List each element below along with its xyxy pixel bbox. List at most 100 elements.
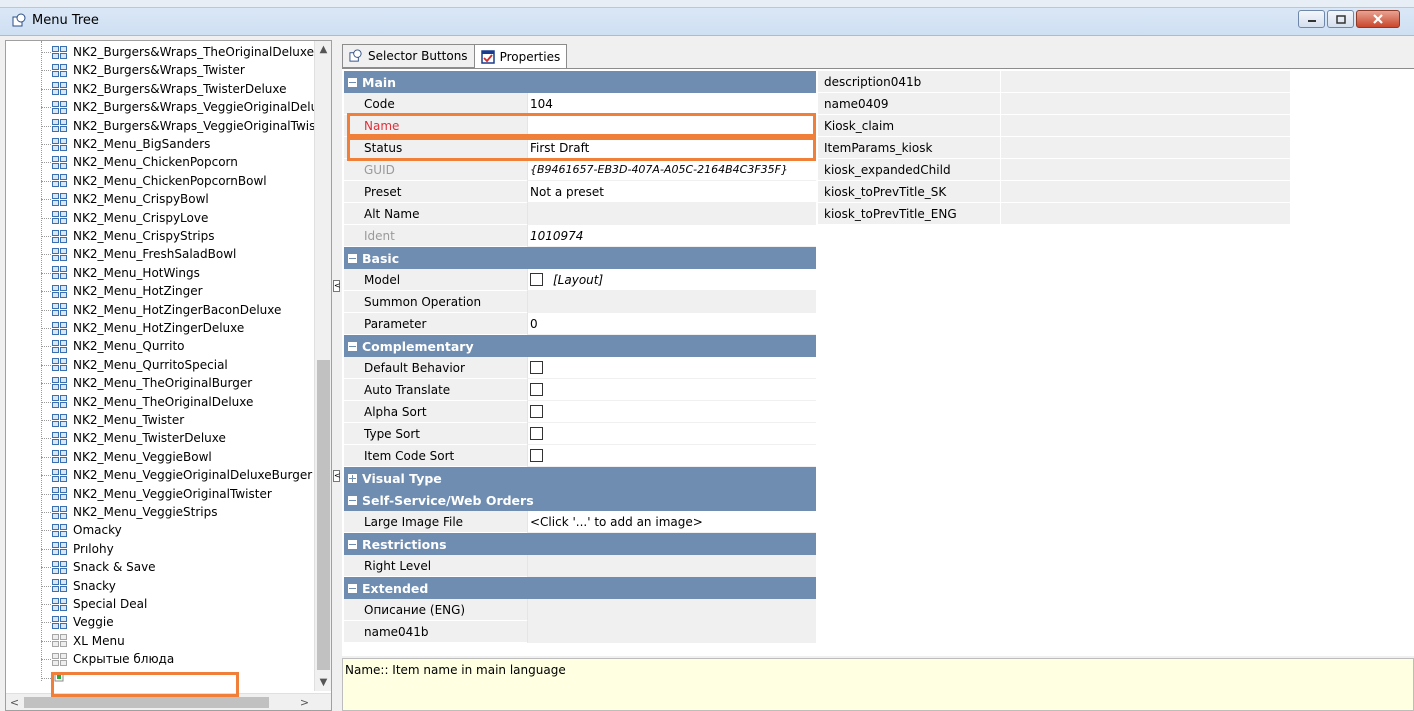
tree-item[interactable]: NK2_Menu_ChickenPopcornBowl bbox=[41, 172, 267, 190]
collapse-left-icon[interactable]: < bbox=[333, 280, 341, 292]
alt-name-value-field[interactable] bbox=[527, 203, 816, 225]
tree-item[interactable]: Omacky bbox=[41, 521, 122, 539]
name041b-value-field[interactable] bbox=[527, 621, 816, 643]
collapse-left-icon-2[interactable]: < bbox=[333, 470, 341, 482]
tree-item[interactable]: NK2_Menu_Twister bbox=[41, 411, 184, 429]
tree-item[interactable]: NK2_Menu_HotWings bbox=[41, 264, 200, 282]
tree-item[interactable]: Special Deal bbox=[41, 595, 147, 613]
summon-value-field[interactable] bbox=[527, 291, 816, 313]
tab-properties[interactable]: Properties bbox=[473, 44, 568, 69]
tree-item[interactable]: NK2_Menu_Qurrito bbox=[41, 337, 185, 355]
property-row-default-behavior[interactable]: Default Behavior bbox=[344, 357, 816, 379]
property-row-right-level[interactable]: Right Level bbox=[344, 555, 816, 577]
property-row-type-sort[interactable]: Type Sort bbox=[344, 423, 816, 445]
tree-item[interactable]: NK2_Menu_TwisterDeluxe bbox=[41, 429, 226, 447]
extended-property-value[interactable] bbox=[1000, 159, 1290, 181]
category-self-service[interactable]: Self-Service/Web Orders bbox=[344, 489, 816, 511]
tree-item[interactable]: NK2_Menu_VeggieOriginalDeluxeBurger bbox=[41, 466, 312, 484]
maximize-button[interactable] bbox=[1327, 10, 1354, 28]
tree-item[interactable]: NK2_Menu_TheOriginalDeluxe bbox=[41, 393, 253, 411]
extended-property-value[interactable] bbox=[1000, 71, 1290, 93]
tree-item[interactable]: NK2_Menu_CrispyLove bbox=[41, 209, 208, 227]
property-row-preset[interactable]: Preset Not a preset bbox=[344, 181, 816, 203]
tree-item[interactable]: XL Menu bbox=[41, 632, 125, 650]
model-value[interactable]: [Layout] bbox=[527, 269, 816, 291]
category-basic[interactable]: Basic bbox=[344, 247, 816, 269]
default-behavior-value[interactable] bbox=[527, 357, 816, 379]
property-row-auto-translate[interactable]: Auto Translate bbox=[344, 379, 816, 401]
property-row-alpha-sort[interactable]: Alpha Sort bbox=[344, 401, 816, 423]
extended-property-value[interactable] bbox=[1000, 115, 1290, 137]
collapse-icon[interactable] bbox=[348, 253, 357, 263]
tree-item[interactable]: NK2_Menu_VeggieBowl bbox=[41, 448, 212, 466]
property-row-name041b[interactable]: name041b bbox=[344, 621, 816, 643]
scroll-down-icon[interactable]: ▼ bbox=[315, 674, 331, 691]
collapse-icon[interactable] bbox=[348, 539, 357, 549]
category-complementary[interactable]: Complementary bbox=[344, 335, 816, 357]
tree-item[interactable]: NK2_Menu_HotZingerBaconDeluxe bbox=[41, 301, 281, 319]
default-behavior-checkbox[interactable] bbox=[530, 361, 543, 374]
extended-property-row[interactable]: kiosk_toPrevTitle_ENG bbox=[818, 203, 1290, 225]
property-row-parameter[interactable]: Parameter 0 bbox=[344, 313, 816, 335]
extended-property-value[interactable] bbox=[1000, 93, 1290, 115]
extended-property-row[interactable]: Kiosk_claim bbox=[818, 115, 1290, 137]
right-level-value-field[interactable] bbox=[527, 555, 816, 577]
category-extended[interactable]: Extended bbox=[344, 577, 816, 599]
property-row-alt-name[interactable]: Alt Name bbox=[344, 203, 816, 225]
minimize-button[interactable] bbox=[1298, 10, 1325, 28]
tree-item[interactable]: Prılohy bbox=[41, 540, 114, 558]
scroll-left-icon[interactable]: < bbox=[6, 694, 23, 710]
property-row-item-code-sort[interactable]: Item Code Sort bbox=[344, 445, 816, 467]
category-visual-type[interactable]: Visual Type bbox=[344, 467, 816, 489]
property-row-code[interactable]: Code 104 bbox=[344, 93, 816, 115]
tree-item[interactable]: NK2_Menu_VeggieOriginalTwister bbox=[41, 485, 272, 503]
model-checkbox[interactable] bbox=[530, 273, 543, 286]
extended-property-row[interactable]: description041b bbox=[818, 71, 1290, 93]
extended-property-row[interactable]: ItemParams_kiosk bbox=[818, 137, 1290, 159]
menu-tree-panel[interactable]: NK2_Burgers&Wraps_TheOriginalDeluxe NK2_B… bbox=[5, 40, 332, 711]
tree-item[interactable]: NK2_Menu_BigSanders bbox=[41, 135, 210, 153]
tree-item[interactable]: Snacky bbox=[41, 577, 116, 595]
extended-property-row[interactable]: kiosk_expandedChild bbox=[818, 159, 1290, 181]
extended-property-row[interactable]: kiosk_toPrevTitle_SK bbox=[818, 181, 1290, 203]
close-button[interactable] bbox=[1356, 10, 1400, 28]
collapse-icon[interactable] bbox=[348, 77, 357, 87]
type-sort-value[interactable] bbox=[527, 423, 816, 445]
item-code-sort-value[interactable] bbox=[527, 445, 816, 467]
auto-translate-value[interactable] bbox=[527, 379, 816, 401]
tree-item[interactable]: NK2_Burgers&Wraps_TwisterDeluxe bbox=[41, 80, 287, 98]
collapse-icon[interactable] bbox=[348, 583, 357, 593]
tree-hscroll-thumb[interactable] bbox=[24, 697, 269, 708]
property-row-model[interactable]: Model [Layout] bbox=[344, 269, 816, 291]
preset-value-field[interactable]: Not a preset bbox=[527, 181, 816, 203]
tab-selector-buttons[interactable]: Selector Buttons bbox=[342, 44, 475, 68]
extended-property-value[interactable] bbox=[1000, 203, 1290, 225]
tree-item[interactable]: NK2_Menu_CrispyStrips bbox=[41, 227, 215, 245]
opisanie-value-field[interactable] bbox=[527, 599, 816, 621]
alpha-sort-value[interactable] bbox=[527, 401, 816, 423]
extended-property-value[interactable] bbox=[1000, 137, 1290, 159]
item-code-sort-checkbox[interactable] bbox=[530, 449, 543, 462]
property-row-summon-operation[interactable]: Summon Operation bbox=[344, 291, 816, 313]
category-main[interactable]: Main bbox=[344, 71, 816, 93]
collapse-icon[interactable] bbox=[348, 341, 357, 351]
scroll-right-icon[interactable]: > bbox=[296, 694, 313, 710]
type-sort-checkbox[interactable] bbox=[530, 427, 543, 440]
tree-vertical-scrollbar[interactable]: ▲ ▼ bbox=[314, 41, 331, 691]
tree-item[interactable]: NK2_Burgers&Wraps_VeggieOriginalTwist bbox=[41, 117, 320, 135]
extended-property-row[interactable]: name0409 bbox=[818, 93, 1290, 115]
tree-item[interactable]: Veggie bbox=[41, 613, 114, 631]
tree-item[interactable]: NK2_Burgers&Wraps_Twister bbox=[41, 61, 245, 79]
tree-item[interactable]: NK2_Burgers&Wraps_TheOriginalDeluxe bbox=[41, 43, 314, 61]
tree-item[interactable]: NK2_Menu_FreshSaladBowl bbox=[41, 245, 236, 263]
tree-item[interactable]: NK2_Menu_VeggieStrips bbox=[41, 503, 218, 521]
tree-item[interactable]: Snack & Save bbox=[41, 558, 156, 576]
panel-splitter[interactable]: < < bbox=[332, 40, 342, 711]
collapse-icon[interactable] bbox=[348, 495, 357, 505]
large-image-value-field[interactable]: <Click '...' to add an image> bbox=[527, 511, 816, 533]
extended-property-value[interactable] bbox=[1000, 181, 1290, 203]
property-row-large-image-file[interactable]: Large Image File <Click '...' to add an … bbox=[344, 511, 816, 533]
tree-item[interactable]: NK2_Burgers&Wraps_VeggieOriginalDelu: bbox=[41, 98, 322, 116]
tree-item[interactable]: NK2_Menu_HotZingerDeluxe bbox=[41, 319, 244, 337]
category-restrictions[interactable]: Restrictions bbox=[344, 533, 816, 555]
